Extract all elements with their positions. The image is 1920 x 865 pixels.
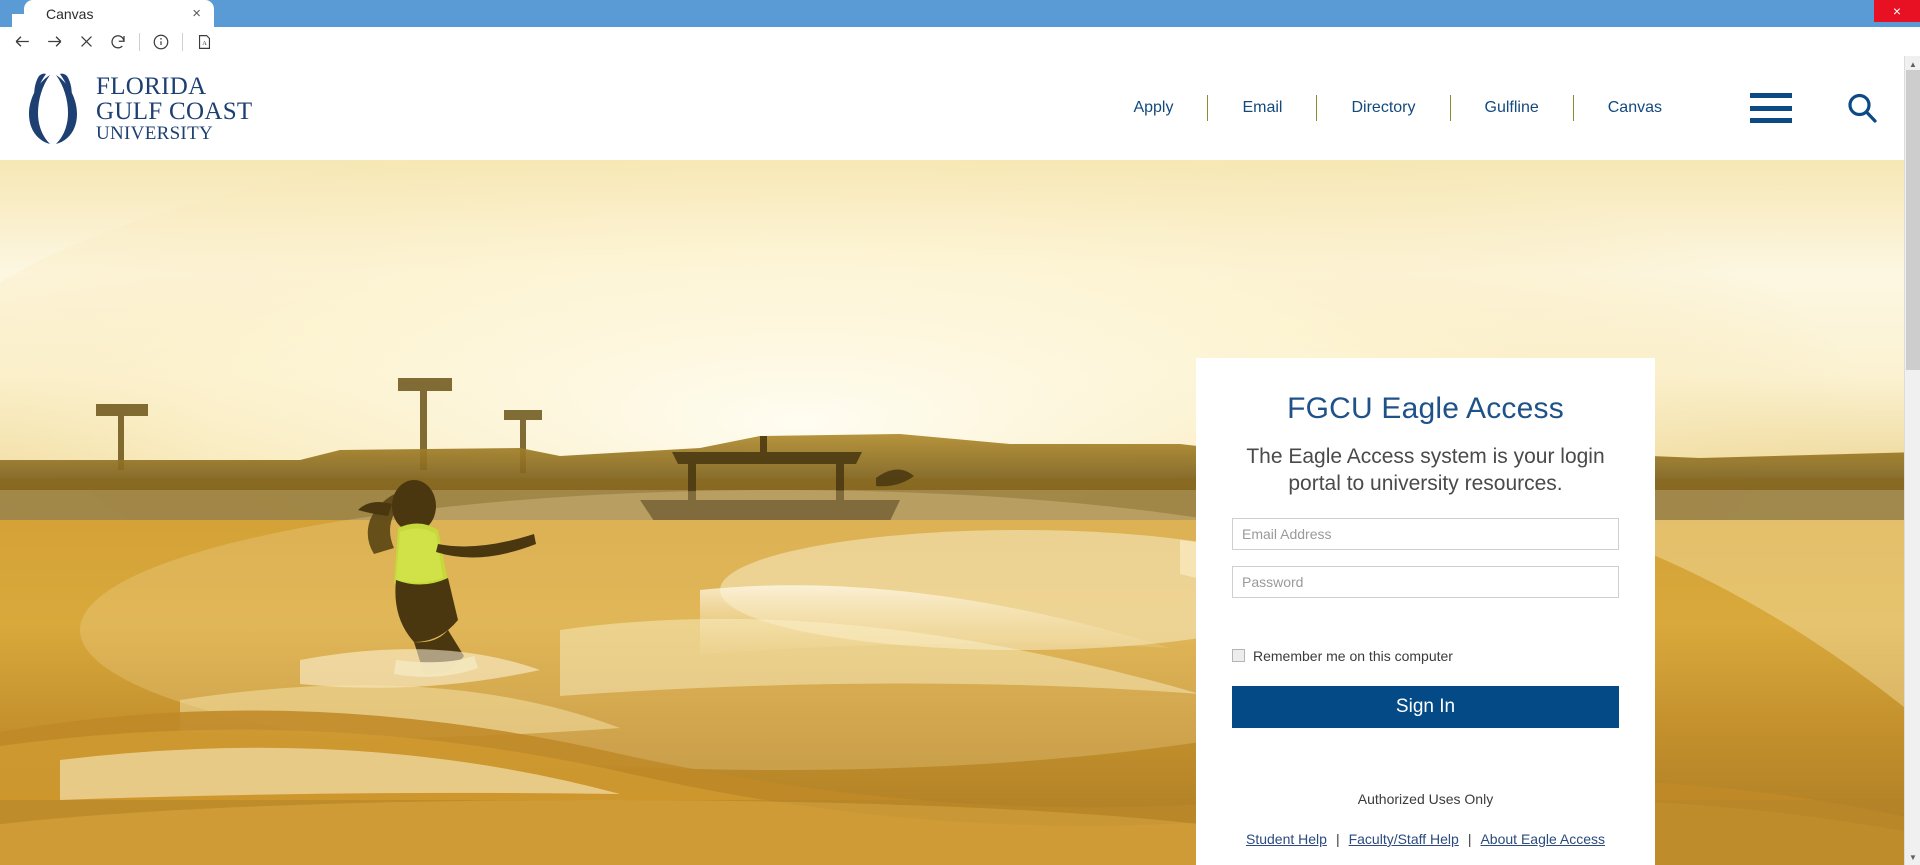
page-info-icon[interactable] [145, 29, 177, 55]
link-separator: | [1467, 830, 1472, 847]
page-scrollbar[interactable]: ▲ ▼ [1904, 56, 1920, 865]
email-field[interactable] [1232, 517, 1619, 550]
page-title: FGCU Eagle Access [1287, 392, 1564, 425]
nav-link-email[interactable]: Email [1208, 99, 1316, 117]
sign-in-button[interactable]: Sign In [1232, 685, 1619, 728]
browser-toolbar: A [0, 27, 1920, 56]
tab-close-icon[interactable]: × [189, 6, 204, 21]
remember-me-checkbox[interactable] [1232, 649, 1245, 663]
reload-icon[interactable] [102, 29, 134, 55]
tab-strip: Canvas × × [0, 0, 1920, 27]
logo-line-3: UNIVERSITY [96, 122, 213, 144]
logo-wordmark: FLORIDA GULF COAST UNIVERSITY [96, 74, 253, 143]
window-close-button[interactable]: × [1874, 0, 1920, 22]
hero-section: FGCU Eagle Access The Eagle Access syste… [0, 160, 1920, 865]
reader-mode-icon[interactable]: A [188, 29, 220, 55]
hamburger-menu-icon[interactable] [1750, 93, 1792, 123]
scroll-down-arrow-icon[interactable]: ▼ [1905, 849, 1920, 865]
stop-x-icon[interactable] [70, 29, 102, 55]
nav-link-directory[interactable]: Directory [1317, 99, 1449, 117]
back-arrow-icon[interactable] [6, 29, 38, 55]
remember-me-row: Remember me on this computer [1232, 648, 1619, 664]
login-card: FGCU Eagle Access The Eagle Access syste… [1196, 358, 1655, 865]
password-field[interactable] [1232, 565, 1619, 598]
login-subtitle: The Eagle Access system is your login po… [1246, 445, 1605, 495]
forward-arrow-icon[interactable] [38, 29, 70, 55]
remember-me-label[interactable]: Remember me on this computer [1253, 648, 1453, 664]
student-help-link[interactable]: Student Help [1246, 831, 1327, 847]
header-navigation: Apply Email Directory Gulfline Canvas [1099, 88, 1882, 128]
about-eagle-access-link[interactable]: About Eagle Access [1480, 831, 1605, 847]
faculty-staff-help-link[interactable]: Faculty/Staff Help [1349, 831, 1459, 847]
logo-line-2: GULF COAST [96, 97, 253, 125]
fgcu-logo[interactable]: FLORIDA GULF COAST UNIVERSITY [22, 70, 253, 146]
toolbar-divider [139, 32, 140, 51]
browser-tab-canvas[interactable]: Canvas × [12, 0, 214, 27]
svg-text:A: A [202, 39, 207, 46]
nav-link-canvas[interactable]: Canvas [1574, 99, 1696, 117]
search-icon[interactable] [1842, 88, 1882, 128]
link-separator: | [1335, 830, 1340, 847]
nav-link-apply[interactable]: Apply [1099, 99, 1207, 117]
eagle-wings-icon [29, 73, 77, 144]
browser-chrome: Canvas × × A [0, 0, 1920, 56]
tab-title: Canvas [46, 5, 94, 22]
site-header: FLORIDA GULF COAST UNIVERSITY Apply Emai… [0, 56, 1920, 160]
scrollbar-thumb[interactable] [1906, 70, 1920, 370]
nav-link-gulfline[interactable]: Gulfline [1451, 99, 1573, 117]
logo-line-1: FLORIDA [96, 72, 207, 100]
help-links: Student Help | Faculty/Staff Help | Abou… [1232, 831, 1619, 847]
authorized-uses-note: Authorized Uses Only [1357, 790, 1494, 807]
toolbar-divider [182, 32, 183, 51]
